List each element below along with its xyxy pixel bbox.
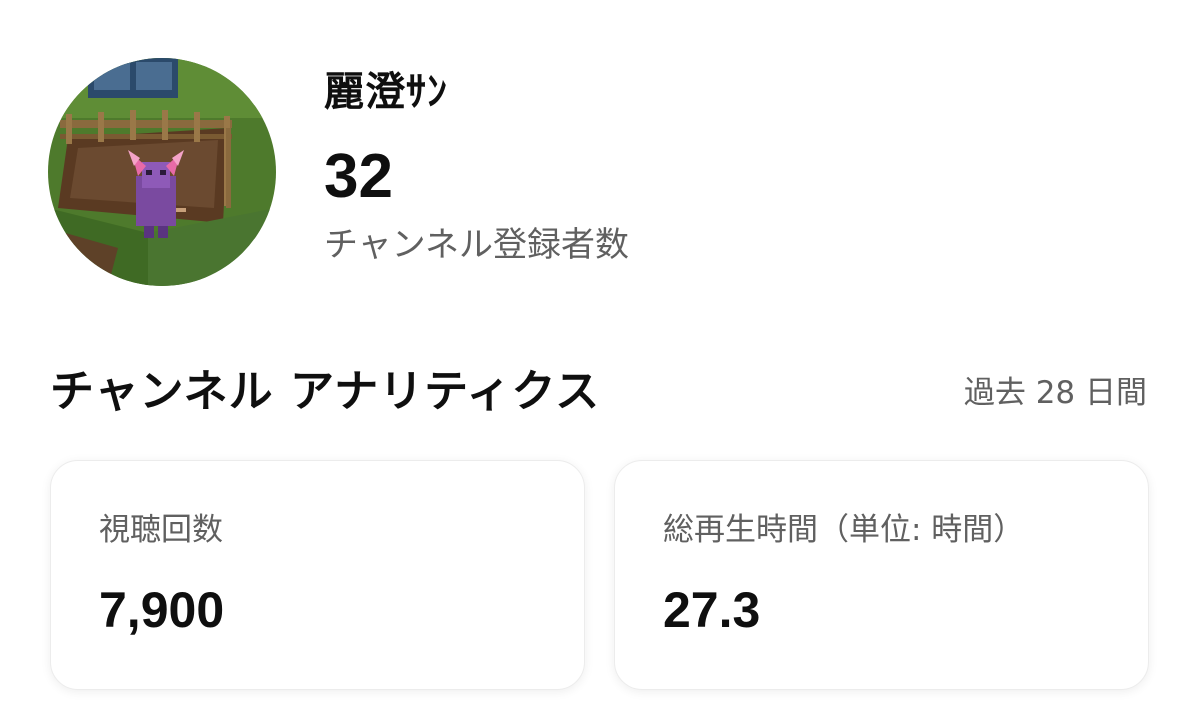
period-label[interactable]: 過去 28 日間 <box>964 378 1147 409</box>
watch-time-value: 27.3 <box>663 582 761 638</box>
watch-time-card[interactable]: 総再生時間（単位: 時間） 27.3 <box>614 460 1149 690</box>
views-value: 7,900 <box>99 582 225 638</box>
views-label: 視聴回数 <box>99 512 223 548</box>
channel-header: 麗澄ｻﾝ 32 チャンネル登録者数 <box>48 58 629 286</box>
watch-time-label: 総再生時間（単位: 時間） <box>663 512 1025 548</box>
channel-avatar[interactable] <box>48 58 276 286</box>
minecraft-character-avatar-icon <box>48 58 276 286</box>
channel-info: 麗澄ｻﾝ 32 チャンネル登録者数 <box>324 58 629 262</box>
analytics-title: チャンネル アナリティクス <box>50 366 601 417</box>
channel-name[interactable]: 麗澄ｻﾝ <box>324 72 629 112</box>
subscriber-label: チャンネル登録者数 <box>324 225 629 265</box>
views-card[interactable]: 視聴回数 7,900 <box>50 460 585 690</box>
channel-analytics-page: 麗澄ｻﾝ 32 チャンネル登録者数 チャンネル アナリティクス 過去 28 日間… <box>0 0 1199 718</box>
subscriber-count: 32 <box>324 142 393 211</box>
